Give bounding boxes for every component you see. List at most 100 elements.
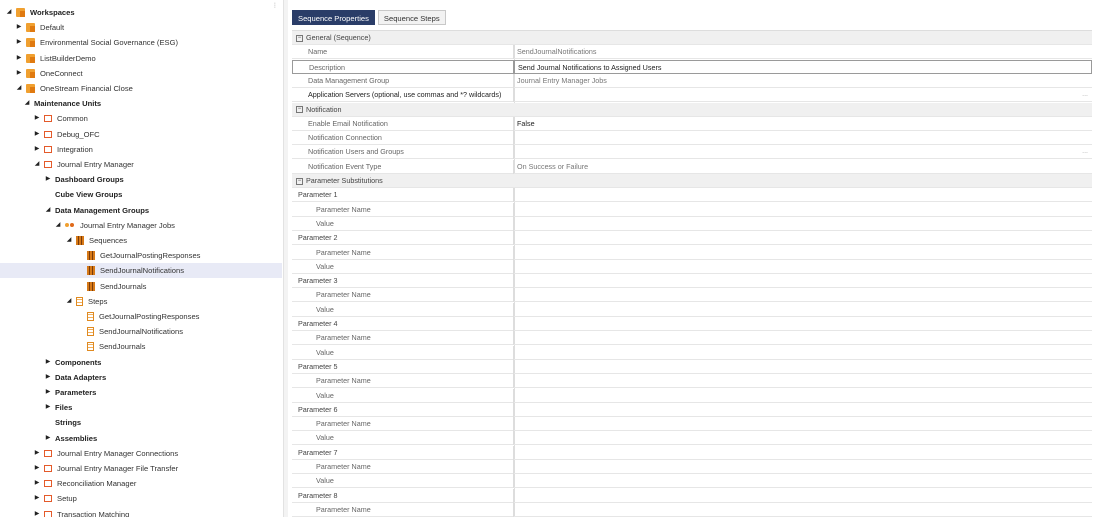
property-row-parameter-name[interactable]: Parameter Name: [292, 331, 1092, 346]
tree-item-common[interactable]: ▶ Common: [0, 111, 282, 126]
property-value[interactable]: [514, 331, 1092, 345]
collapse-arrow-icon[interactable]: ◢: [15, 81, 23, 96]
property-value[interactable]: [514, 317, 1092, 331]
tree-item-journal-entry-manager-file-transfer[interactable]: ▶ Journal Entry Manager File Transfer: [0, 461, 282, 476]
tree-item-cube-view-groups[interactable]: Cube View Groups: [0, 187, 282, 202]
expand-arrow-icon[interactable]: ▶: [33, 476, 41, 491]
expand-arrow-icon[interactable]: ▶: [33, 111, 41, 126]
property-value[interactable]: [514, 403, 1092, 417]
tree-item-default[interactable]: ▶ Default: [0, 20, 282, 35]
property-row-parameter-1[interactable]: Parameter 1: [292, 188, 1092, 203]
property-value[interactable]: [514, 274, 1092, 288]
collapse-arrow-icon[interactable]: ◢: [33, 157, 41, 172]
collapse-arrow-icon[interactable]: ◢: [65, 233, 73, 248]
collapse-arrow-icon[interactable]: ◢: [54, 218, 62, 233]
property-row-application-servers-optional-use-commas-and-wildcards[interactable]: Application Servers (optional, use comma…: [292, 88, 1092, 103]
property-row-parameter-name[interactable]: Parameter Name: [292, 245, 1092, 260]
property-value[interactable]: [514, 360, 1092, 374]
tab-sequence-steps[interactable]: Sequence Steps: [377, 10, 446, 25]
property-value[interactable]: [514, 303, 1092, 317]
property-value[interactable]: [514, 417, 1092, 431]
tree-item-sendjournalnotifications[interactable]: SendJournalNotifications: [0, 324, 282, 339]
property-row-notification-users-and-groups[interactable]: Notification Users and Groups...: [292, 145, 1092, 160]
property-row-parameter-5[interactable]: Parameter 5: [292, 359, 1092, 374]
tree-item-sendjournalnotifications[interactable]: SendJournalNotifications: [0, 263, 282, 279]
property-row-value[interactable]: Value: [292, 259, 1092, 274]
expand-arrow-icon[interactable]: ▶: [44, 431, 52, 446]
tree-item-assemblies[interactable]: ▶ Assemblies: [0, 431, 282, 446]
property-row-parameter-name[interactable]: Parameter Name: [292, 460, 1092, 474]
tree-item-journal-entry-manager-jobs[interactable]: ◢ Journal Entry Manager Jobs: [0, 218, 282, 233]
property-value[interactable]: Journal Entry Manager Jobs: [514, 74, 1092, 88]
tree-item-dashboard-groups[interactable]: ▶ Dashboard Groups: [0, 172, 282, 187]
property-value[interactable]: ...: [514, 145, 1092, 159]
expand-arrow-icon[interactable]: ▶: [44, 400, 52, 415]
property-row-parameter-name[interactable]: Parameter Name: [292, 502, 1092, 517]
category-row-general-sequence[interactable]: − General (Sequence): [292, 31, 1092, 45]
ellipsis-button[interactable]: ...: [1082, 145, 1088, 159]
expand-arrow-icon[interactable]: ▶: [15, 20, 23, 35]
tree-item-data-adapters[interactable]: ▶ Data Adapters: [0, 370, 282, 385]
property-value[interactable]: [514, 431, 1092, 445]
property-value[interactable]: False: [514, 117, 1092, 131]
property-row-parameter-name[interactable]: Parameter Name: [292, 374, 1092, 389]
tree-item-getjournalpostingresponses[interactable]: GetJournalPostingResponses: [0, 309, 282, 324]
property-value[interactable]: [514, 246, 1092, 260]
collapse-category-icon[interactable]: −: [296, 34, 303, 42]
property-row-value[interactable]: Value: [292, 302, 1092, 317]
expand-arrow-icon[interactable]: ▶: [15, 66, 23, 81]
collapse-category-icon[interactable]: −: [296, 106, 303, 114]
property-row-value[interactable]: Value: [292, 388, 1092, 403]
tree-item-setup[interactable]: ▶ Setup: [0, 491, 282, 506]
property-row-parameter-name[interactable]: Parameter Name: [292, 288, 1092, 303]
property-value[interactable]: [514, 346, 1092, 360]
tree-item-journal-entry-manager[interactable]: ◢ Journal Entry Manager: [0, 157, 282, 172]
tree-item-sendjournals[interactable]: SendJournals: [0, 339, 282, 354]
tree-item-data-management-groups[interactable]: ◢ Data Management Groups: [0, 203, 282, 218]
tree-item-files[interactable]: ▶ Files: [0, 400, 282, 415]
property-value[interactable]: [514, 474, 1092, 488]
property-row-parameter-name[interactable]: Parameter Name: [292, 202, 1092, 217]
property-value[interactable]: ...: [514, 88, 1092, 102]
tree-item-oneconnect[interactable]: ▶ OneConnect: [0, 66, 282, 81]
property-row-parameter-8[interactable]: Parameter 8: [292, 488, 1092, 503]
property-row-notification-event-type[interactable]: Notification Event Type On Success or Fai…: [292, 159, 1092, 174]
tree-item-maintenance-units[interactable]: ◢ Maintenance Units: [0, 96, 282, 111]
property-row-value[interactable]: Value: [292, 216, 1092, 231]
tree-item-workspaces[interactable]: ◢ Workspaces: [0, 5, 282, 20]
property-value[interactable]: [514, 460, 1092, 474]
expand-arrow-icon[interactable]: ▶: [15, 51, 23, 66]
category-row-parameter-substitutions[interactable]: − Parameter Substitutions: [292, 174, 1092, 188]
expand-arrow-icon[interactable]: ▶: [44, 172, 52, 187]
property-value[interactable]: [514, 131, 1092, 145]
tree-item-environmental-social-governance-esg[interactable]: ▶ Environmental Social Governance (ESG): [0, 35, 282, 50]
property-row-parameter-7[interactable]: Parameter 7: [292, 445, 1092, 460]
tree-item-getjournalpostingresponses[interactable]: GetJournalPostingResponses: [0, 248, 282, 263]
expand-arrow-icon[interactable]: ▶: [44, 385, 52, 400]
collapse-arrow-icon[interactable]: ◢: [5, 5, 13, 20]
tree-item-components[interactable]: ▶ Components: [0, 355, 282, 370]
property-value[interactable]: [514, 217, 1092, 231]
workspace-tree[interactable]: ◢ Workspaces ▶ Default ▶ Environmental Social…: [0, 0, 282, 517]
tree-item-onestream-financial-close[interactable]: ◢ OneStream Financial Close: [0, 81, 282, 96]
property-row-description[interactable]: Description Send Journal Notifications to…: [292, 59, 1092, 74]
tree-item-reconciliation-manager[interactable]: ▶ Reconciliation Manager: [0, 476, 282, 491]
property-row-notification-connection[interactable]: Notification Connection: [292, 131, 1092, 146]
tree-item-debug-ofc[interactable]: ▶ Debug_OFC: [0, 127, 282, 142]
expand-arrow-icon[interactable]: ▶: [44, 355, 52, 370]
property-value[interactable]: [514, 231, 1092, 245]
tree-item-sequences[interactable]: ◢ Sequences: [0, 233, 282, 248]
tree-menu-icon[interactable]: ⋮: [272, 2, 278, 9]
property-value[interactable]: [514, 288, 1092, 302]
tree-item-transaction-matching[interactable]: ▶ Transaction Matching: [0, 507, 282, 517]
property-row-name[interactable]: Name SendJournalNotifications: [292, 45, 1092, 60]
tree-item-strings[interactable]: Strings: [0, 415, 282, 430]
property-value[interactable]: [514, 446, 1092, 460]
tab-sequence-properties[interactable]: Sequence Properties: [292, 10, 375, 25]
category-row-notification[interactable]: − Notification: [292, 102, 1092, 117]
property-row-parameter-name[interactable]: Parameter Name: [292, 417, 1092, 432]
collapse-arrow-icon[interactable]: ◢: [44, 203, 52, 218]
property-value[interactable]: [514, 503, 1092, 517]
property-value[interactable]: SendJournalNotifications: [514, 45, 1092, 59]
expand-arrow-icon[interactable]: ▶: [15, 35, 23, 50]
